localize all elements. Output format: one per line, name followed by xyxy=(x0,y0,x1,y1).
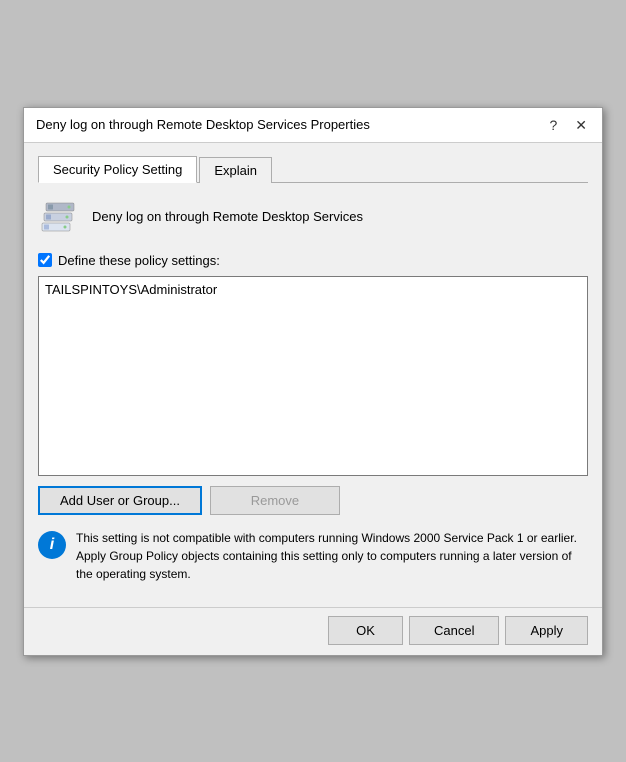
help-button[interactable]: ? xyxy=(544,116,562,134)
ok-button[interactable]: OK xyxy=(328,616,403,645)
title-bar-controls: ? ✕ xyxy=(544,116,592,134)
list-item: TAILSPINTOYS\Administrator xyxy=(43,281,583,298)
add-user-button[interactable]: Add User or Group... xyxy=(38,486,202,515)
policy-title: Deny log on through Remote Desktop Servi… xyxy=(92,208,363,226)
tab-security-policy-setting[interactable]: Security Policy Setting xyxy=(38,156,197,183)
define-policy-checkbox[interactable] xyxy=(38,253,52,267)
info-box: i This setting is not compatible with co… xyxy=(38,529,588,583)
info-icon: i xyxy=(38,531,66,559)
apply-button[interactable]: Apply xyxy=(505,616,588,645)
define-policy-row: Define these policy settings: xyxy=(38,253,588,268)
dialog-content: Security Policy Setting Explain xyxy=(24,143,602,607)
user-action-buttons: Add User or Group... Remove xyxy=(38,486,588,515)
tab-bar: Security Policy Setting Explain xyxy=(38,155,588,183)
remove-button[interactable]: Remove xyxy=(210,486,340,515)
server-icon xyxy=(38,197,80,239)
policy-header: Deny log on through Remote Desktop Servi… xyxy=(38,197,588,239)
dialog-footer: OK Cancel Apply xyxy=(24,607,602,655)
close-button[interactable]: ✕ xyxy=(570,116,592,134)
title-bar: Deny log on through Remote Desktop Servi… xyxy=(24,108,602,143)
user-listbox[interactable]: TAILSPINTOYS\Administrator xyxy=(38,276,588,476)
define-policy-label[interactable]: Define these policy settings: xyxy=(58,253,220,268)
tab-explain[interactable]: Explain xyxy=(199,157,272,183)
info-text: This setting is not compatible with comp… xyxy=(76,529,588,583)
cancel-button[interactable]: Cancel xyxy=(409,616,499,645)
main-window: Deny log on through Remote Desktop Servi… xyxy=(23,107,603,656)
window-title: Deny log on through Remote Desktop Servi… xyxy=(36,117,544,132)
